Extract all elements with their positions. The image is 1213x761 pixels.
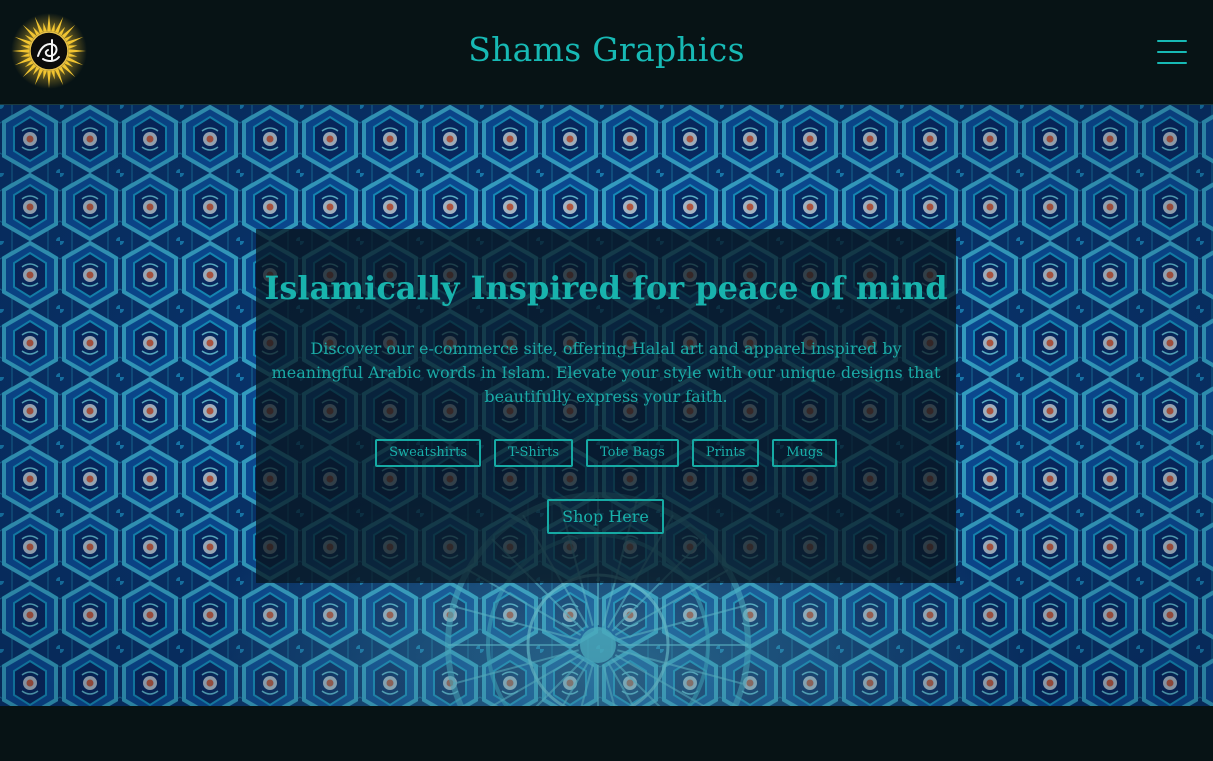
site-header: Shams Graphics [0,0,1213,105]
menu-bar-middle [1157,51,1187,53]
menu-bar-bottom [1157,62,1187,64]
category-prints[interactable]: Prints [691,439,760,467]
hero-card: Islamically Inspired for peace of mind D… [256,229,956,583]
category-mugs[interactable]: Mugs [772,439,837,467]
category-list: Sweatshirts T-Shirts Tote Bags Prints Mu… [256,439,956,467]
page: Shams Graphics Islamically Inspired for … [0,0,1213,761]
hamburger-menu-icon[interactable] [1157,40,1187,64]
page-bottom-band [0,706,1213,761]
category-sweatshirts[interactable]: Sweatshirts [375,439,482,467]
category-tote-bags[interactable]: Tote Bags [586,439,679,467]
hero-section: Islamically Inspired for peace of mind D… [0,105,1213,706]
hero-heading: Islamically Inspired for peace of mind [264,269,948,307]
menu-bar-top [1157,40,1187,42]
hero-description: Discover our e-commerce site, offering H… [271,339,941,406]
shop-here-button[interactable]: Shop Here [547,499,664,534]
site-title[interactable]: Shams Graphics [0,30,1213,69]
category-t-shirts[interactable]: T-Shirts [494,439,574,467]
